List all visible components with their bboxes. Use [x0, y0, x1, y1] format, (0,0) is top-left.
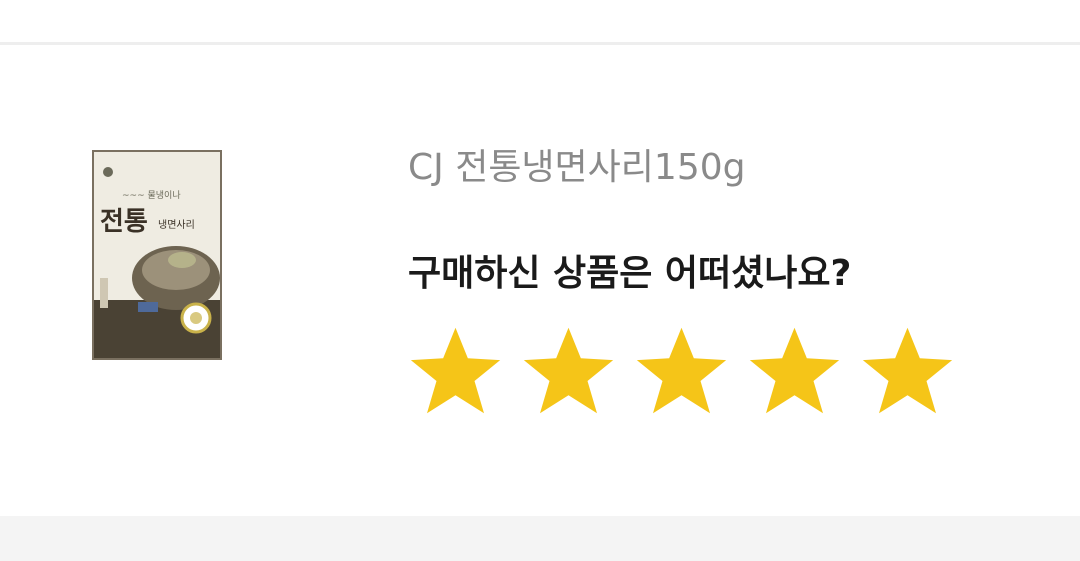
- svg-text:냉면사리: 냉면사리: [158, 219, 195, 231]
- star-icon[interactable]: [634, 324, 729, 419]
- star-icon[interactable]: [860, 324, 955, 419]
- svg-text:~~~ 물냉이나: ~~~ 물냉이나: [122, 190, 181, 201]
- rating-question: 구매하신 상품은 어떠셨나요?: [408, 253, 852, 294]
- star-icon[interactable]: [521, 324, 616, 419]
- product-thumbnail: ~~~ 물냉이나 전통 냉면사리: [92, 150, 222, 360]
- bottom-section-band: [0, 516, 1080, 561]
- star-icon[interactable]: [408, 324, 503, 419]
- top-divider: [0, 42, 1080, 45]
- star-icon[interactable]: [747, 324, 842, 419]
- product-name: CJ 전통냉면사리150g: [408, 147, 746, 188]
- svg-text:전통: 전통: [100, 207, 148, 237]
- star-rating[interactable]: [408, 324, 955, 419]
